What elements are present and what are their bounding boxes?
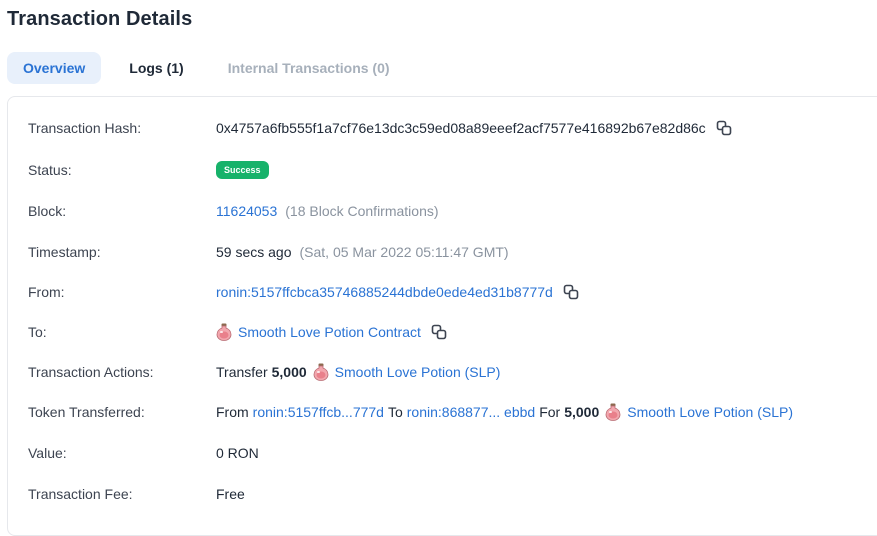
action-token-link[interactable]: Smooth Love Potion (SLP): [335, 364, 501, 380]
value-label: Value:: [28, 445, 67, 461]
transfer-to-word: To: [387, 404, 403, 420]
block-confirmations: (18 Block Confirmations): [285, 203, 439, 219]
value-amount: 0 RON: [216, 445, 259, 461]
action-verb: Transfer: [216, 364, 268, 380]
status-label: Status:: [28, 162, 72, 178]
row-token-transferred: Token Transferred: From ronin:5157ffcb..…: [28, 402, 793, 422]
page-title: Transaction Details: [7, 8, 193, 30]
row-transaction-fee: Transaction Fee: Free: [28, 484, 245, 504]
block-number-link[interactable]: 11624053: [216, 203, 277, 219]
tab-bar: Overview Logs (1) Internal Transactions …: [7, 52, 418, 84]
slp-token-icon: [313, 363, 329, 381]
transfer-for-word: For: [539, 404, 561, 420]
tab-overview[interactable]: Overview: [7, 52, 102, 84]
to-label: To:: [28, 324, 47, 340]
timestamp-relative: 59 secs ago: [216, 244, 292, 260]
transfer-from-word: From: [216, 404, 249, 420]
transaction-fee-value: Free: [216, 486, 245, 502]
slp-token-icon: [216, 323, 232, 341]
transaction-hash-value: 0x4757a6fb555f1a7cf76e13dc3c59ed08a89eee…: [216, 120, 706, 136]
transfer-to-address-link[interactable]: ronin:868877... ebbd: [407, 404, 535, 420]
copy-from-address-icon[interactable]: [563, 284, 579, 300]
copy-to-address-icon[interactable]: [431, 324, 447, 340]
transaction-actions-label: Transaction Actions:: [28, 364, 154, 380]
timestamp-absolute: (Sat, 05 Mar 2022 05:11:47 GMT): [299, 244, 509, 260]
row-transaction-hash: Transaction Hash: 0x4757a6fb555f1a7cf76e…: [28, 118, 732, 138]
from-label: From:: [28, 284, 65, 300]
slp-token-icon: [605, 403, 621, 421]
transfer-token-link[interactable]: Smooth Love Potion (SLP): [627, 404, 793, 420]
transaction-hash-label: Transaction Hash:: [28, 120, 142, 136]
transfer-from-address-link[interactable]: ronin:5157ffcb...777d: [253, 404, 384, 420]
transfer-amount: 5,000: [564, 404, 600, 420]
from-address-link[interactable]: ronin:5157ffcbca35746885244dbde0ede4ed31…: [216, 284, 553, 300]
action-amount: 5,000: [271, 364, 307, 380]
copy-hash-icon[interactable]: [716, 120, 732, 136]
row-transaction-actions: Transaction Actions: Transfer 5,000 Smoo…: [28, 362, 500, 382]
tab-internal-transactions: Internal Transactions (0): [227, 60, 390, 76]
timestamp-label: Timestamp:: [28, 244, 101, 260]
token-transferred-label: Token Transferred:: [28, 404, 145, 420]
row-timestamp: Timestamp: 59 secs ago (Sat, 05 Mar 2022…: [28, 242, 509, 262]
row-to: To: Smooth Love Potion Contract: [28, 322, 447, 342]
row-value: Value: 0 RON: [28, 443, 259, 463]
row-block: Block: 11624053 (18 Block Confirmations): [28, 201, 439, 221]
row-from: From: ronin:5157ffcbca35746885244dbde0ed…: [28, 282, 579, 302]
block-label: Block:: [28, 203, 67, 219]
status-badge: Success: [216, 161, 269, 179]
to-contract-link[interactable]: Smooth Love Potion Contract: [238, 324, 421, 340]
transaction-fee-label: Transaction Fee:: [28, 486, 133, 502]
row-status: Status: Success: [28, 160, 269, 180]
tab-logs[interactable]: Logs (1): [113, 52, 199, 84]
